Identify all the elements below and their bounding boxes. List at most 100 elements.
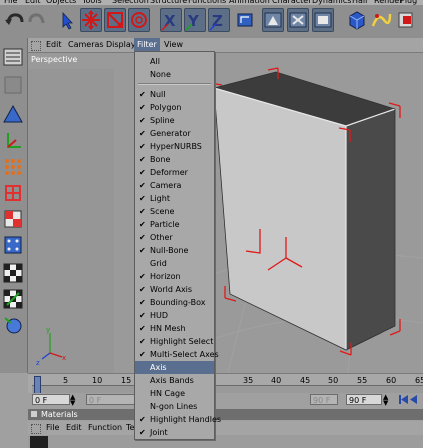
timeline-tick-label: 5 [63,376,69,385]
timeline-ruler[interactable]: 05101535404550556065 [28,373,423,394]
filter-item-n-gon-lines[interactable]: N-gon Lines [135,400,214,413]
timeline-tick-label: 55 [357,376,368,385]
move-icon[interactable] [80,8,102,32]
filter-item-bounding-box[interactable]: ✔ Bounding-Box [135,296,214,309]
filter-item-label: HyperNURBS [150,142,202,151]
viewport-menu-edit[interactable]: Edit [46,40,62,49]
panel-icon[interactable] [31,411,37,417]
filter-item-generator[interactable]: ✔ Generator [135,127,214,140]
points-mode-icon[interactable] [2,156,24,178]
cube-primitive-icon[interactable] [346,8,368,32]
rotate-icon[interactable] [128,8,150,32]
svg-text:y: y [46,326,50,334]
redo-icon[interactable] [26,8,48,32]
grip-handle-icon[interactable] [31,41,41,51]
checkmark-icon: ✔ [139,350,146,359]
filter-item-label: Joint [150,428,168,437]
filter-item-camera[interactable]: ✔ Camera [135,179,214,192]
checkmark-icon: ✔ [139,90,146,99]
checkmark-icon: ✔ [139,142,146,151]
snap-icon[interactable] [2,314,24,336]
polygons-mode-icon[interactable] [2,208,24,230]
materials-menu-file[interactable]: File [46,423,59,432]
object-axis-icon[interactable] [2,130,24,152]
filter-item-highlight-select[interactable]: ✔ Highlight Select [135,335,214,348]
edges-mode-icon[interactable] [2,182,24,204]
filter-item-bone[interactable]: ✔ Bone [135,153,214,166]
render-view-icon[interactable] [262,8,284,32]
viewport-menu-view[interactable]: View [164,40,183,49]
coordinate-system-icon[interactable] [234,8,256,32]
perspective-viewport[interactable]: y x z Perspective [28,53,423,373]
locked-icon[interactable] [2,74,24,96]
filter-item-highlight-handles[interactable]: ✔ Highlight Handles [135,413,221,426]
filter-item-deformer[interactable]: ✔ Deformer [135,166,214,179]
current-frame-field[interactable]: 0 F [32,394,70,405]
filter-item-hud[interactable]: ✔ HUD [135,309,214,322]
checkmark-icon: ✔ [139,298,146,307]
timeline-tick-label: 50 [328,376,339,385]
filter-item-hypernurbs[interactable]: ✔ HyperNURBS [135,140,214,153]
filter-item-label: All [150,57,160,66]
material-thumbnail[interactable] [30,436,48,448]
start-frame-field[interactable]: 0 F [86,394,136,405]
end-frame-field-left[interactable]: 90 F [310,394,338,405]
filter-item-multi-select-axes[interactable]: ✔ Multi-Select Axes [135,348,219,361]
y-axis-lock-icon[interactable]: Y [184,8,206,32]
filter-item-horizon[interactable]: ✔ Horizon [135,270,214,283]
filter-item-other[interactable]: ✔ Other [135,231,214,244]
undo-icon[interactable] [3,8,25,32]
spline-tool-icon[interactable] [370,8,392,32]
uv-points-icon[interactable] [2,234,24,256]
filter-item-axis[interactable]: Axis [135,361,214,374]
filter-item-label: HUD [150,311,169,320]
filter-item-all[interactable]: All [135,55,214,68]
filter-item-joint[interactable]: ✔ Joint [135,426,214,439]
materials-menu-edit[interactable]: Edit [66,423,82,432]
filter-item-polygon[interactable]: ✔ Polygon [135,101,214,114]
z-axis-lock-icon[interactable]: Z [208,8,230,32]
model-mode-icon[interactable] [2,104,24,126]
filter-item-spline[interactable]: ✔ Spline [135,114,214,127]
grip-handle-icon[interactable] [31,424,41,434]
filter-item-label: Null-Bone [150,246,189,255]
materials-menu-function[interactable]: Function [88,423,122,432]
viewport-menu-cameras[interactable]: Cameras [68,40,104,49]
checkmark-icon: ✔ [139,155,146,164]
timeline-tick-label: 10 [92,376,103,385]
filter-item-label: Bone [150,155,171,164]
materials-area[interactable] [28,435,423,448]
end-frame-field[interactable]: 90 F [346,394,382,405]
filter-item-grid[interactable]: Grid [135,257,214,270]
filter-item-label: Light [150,194,170,203]
texture-axis-icon[interactable] [2,288,24,310]
nurbs-icon[interactable] [395,8,417,32]
filter-item-particle[interactable]: ✔ Particle [135,218,214,231]
filter-item-axis-bands[interactable]: Axis Bands [135,374,214,387]
filter-item-hn-cage[interactable]: HN Cage [135,387,214,400]
scale-icon[interactable] [104,8,126,32]
texture-checker-icon[interactable] [2,262,24,284]
go-to-start-icon[interactable] [396,393,422,406]
filter-item-label: Other [150,233,173,242]
filter-item-world-axis[interactable]: ✔ World Axis [135,283,214,296]
checkmark-icon: ✔ [139,428,146,437]
render-picture-viewer-icon[interactable] [287,8,309,32]
filter-item-hn-mesh[interactable]: ✔ HN Mesh [135,322,214,335]
viewport-menu-display[interactable]: Display [106,40,136,49]
end-frame-stepper-icon[interactable]: ▲ ▼ [383,394,388,407]
filter-item-null-bone[interactable]: ✔ Null-Bone [135,244,214,257]
render-settings-icon[interactable] [312,8,334,32]
checkmark-icon: ✔ [139,311,146,320]
pointer-icon[interactable] [56,8,78,32]
timeline-playhead[interactable] [34,376,41,394]
x-axis-lock-icon[interactable]: X [160,8,182,32]
make-editable-icon[interactable] [2,46,24,68]
filter-item-light[interactable]: ✔ Light [135,192,214,205]
checkmark-icon: ✔ [139,285,146,294]
filter-item-scene[interactable]: ✔ Scene [135,205,214,218]
filter-item-null[interactable]: ✔ Null [135,88,214,101]
frame-stepper-icon[interactable]: ▲ ▼ [70,394,75,407]
filter-item-none[interactable]: None [135,68,214,81]
viewport-menu-filter[interactable]: Filter [134,38,160,52]
